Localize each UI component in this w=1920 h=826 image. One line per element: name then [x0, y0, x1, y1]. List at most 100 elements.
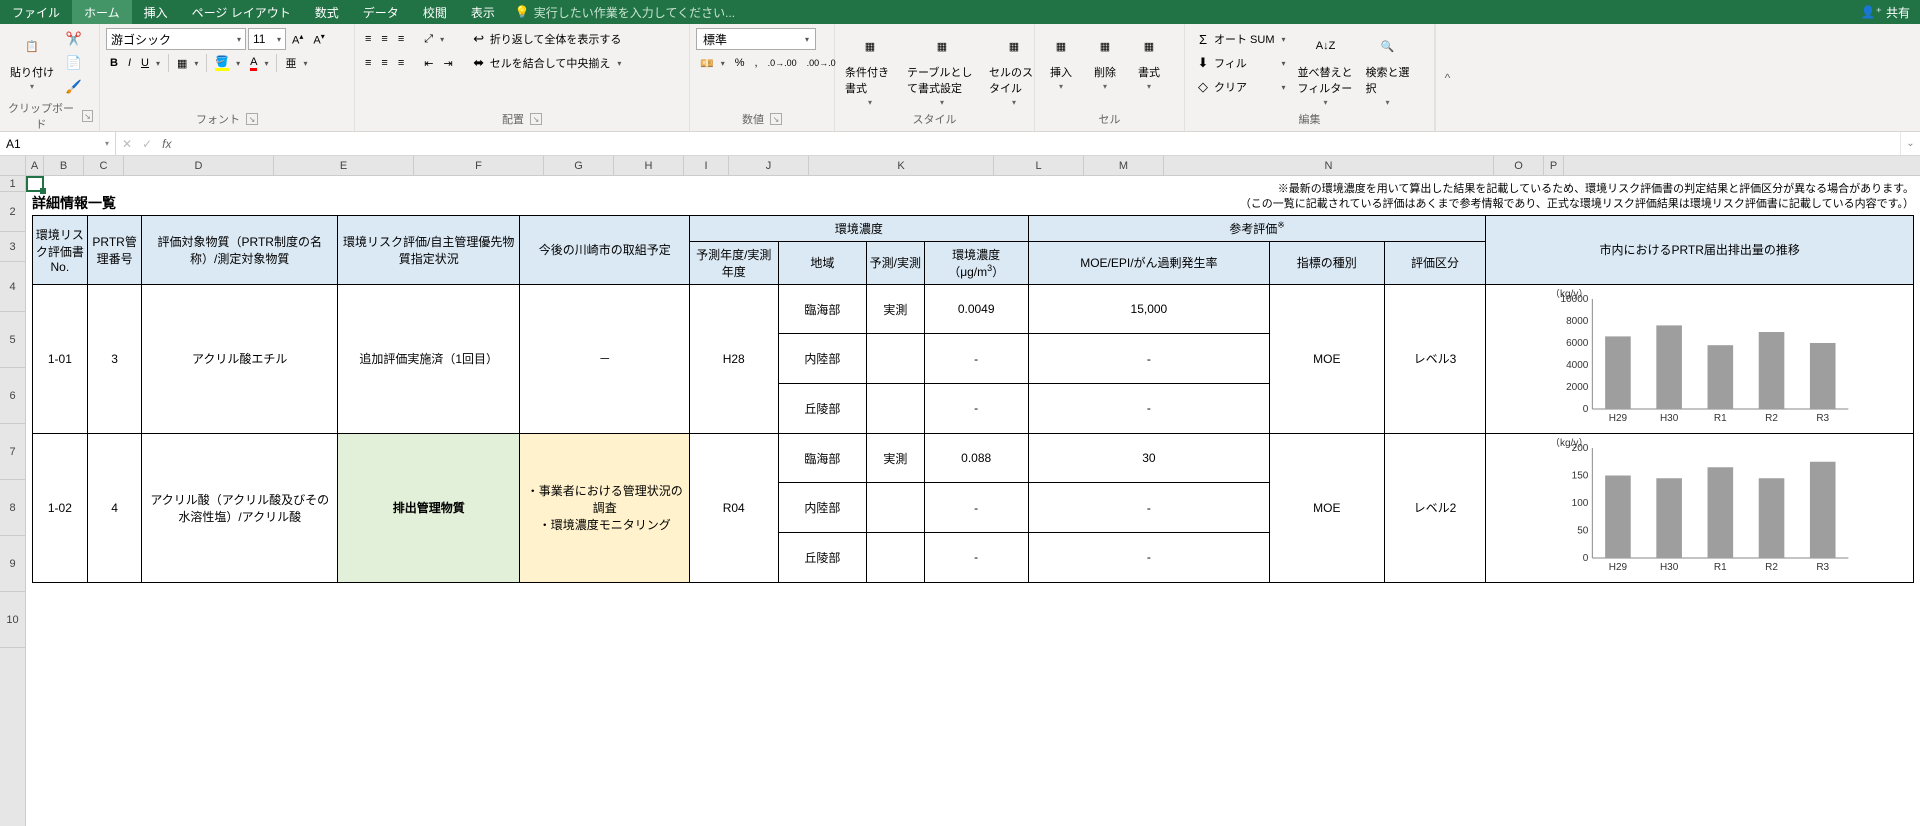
font-size-combo[interactable]: 11▾ [248, 28, 286, 50]
row-header-6[interactable]: 6 [0, 368, 25, 424]
menu-item-1[interactable]: ホーム [72, 0, 132, 24]
col-header-E[interactable]: E [274, 156, 414, 175]
fill-button[interactable]: ⬇フィル▾ [1191, 52, 1290, 74]
insert-cells-button[interactable]: ▦挿入▾ [1041, 28, 1081, 93]
menu-item-7[interactable]: 表示 [459, 0, 507, 24]
row-header-2[interactable]: 2 [0, 192, 25, 232]
align-left-button[interactable]: ≡ [361, 52, 375, 74]
row-header-8[interactable]: 8 [0, 480, 25, 536]
col-header-F[interactable]: F [414, 156, 544, 175]
menu-item-6[interactable]: 校閲 [411, 0, 459, 24]
conditional-format-button[interactable]: ▦条件付き書式▾ [841, 28, 899, 109]
row-header-9[interactable]: 9 [0, 536, 25, 592]
menu-item-5[interactable]: データ [351, 0, 411, 24]
col-header-I[interactable]: I [684, 156, 729, 175]
grid-body[interactable]: 詳細情報一覧 ※最新の環境濃度を用いて算出した結果を記載しているため、環境リスク… [26, 176, 1920, 583]
cell-region: 丘陵部 [778, 384, 867, 434]
col-header-J[interactable]: J [729, 156, 809, 175]
font-name-combo[interactable]: 游ゴシック▾ [106, 28, 246, 50]
align-middle-button[interactable]: ≡ [377, 28, 391, 50]
cut-button[interactable]: ✂️ [62, 28, 86, 50]
col-header-M[interactable]: M [1084, 156, 1164, 175]
col-header-H[interactable]: H [614, 156, 684, 175]
col-header-A[interactable]: A [26, 156, 44, 175]
wrap-text-button[interactable]: ↩折り返して全体を表示する [467, 28, 626, 50]
number-dialog-launcher[interactable]: ↘ [770, 113, 782, 125]
row-header-3[interactable]: 3 [0, 232, 25, 262]
cell-plan: － [520, 284, 689, 433]
share-button[interactable]: 👤⁺ 共有 [1851, 0, 1920, 24]
decrease-font-button[interactable]: A▾ [309, 28, 328, 50]
increase-decimal-button[interactable]: .0→.00 [764, 52, 801, 74]
increase-font-button[interactable]: A▴ [288, 28, 307, 50]
italic-button[interactable]: I [124, 52, 135, 74]
enter-formula-button[interactable]: ✓ [142, 137, 152, 151]
col-header-B[interactable]: B [44, 156, 84, 175]
menu-item-4[interactable]: 数式 [303, 0, 351, 24]
clear-button[interactable]: ◇クリア▾ [1191, 76, 1290, 98]
row-header-5[interactable]: 5 [0, 312, 25, 368]
alignment-dialog-launcher[interactable]: ↘ [530, 113, 542, 125]
percent-button[interactable]: % [731, 52, 749, 74]
find-select-button[interactable]: 🔍検索と選択▾ [1362, 28, 1414, 109]
phonetic-button[interactable]: 亜▾ [281, 52, 311, 74]
row-header-4[interactable]: 4 [0, 262, 25, 312]
col-header-G[interactable]: G [544, 156, 614, 175]
decrease-indent-button[interactable]: ⇤ [420, 52, 437, 74]
svg-text:H29: H29 [1609, 562, 1628, 573]
cancel-formula-button[interactable]: ✕ [122, 137, 132, 151]
accounting-format-button[interactable]: 💴▾ [696, 52, 729, 74]
align-center-button[interactable]: ≡ [377, 52, 391, 74]
bold-button[interactable]: B [106, 52, 122, 74]
name-box[interactable]: A1▾ [0, 132, 116, 155]
col-header-L[interactable]: L [994, 156, 1084, 175]
comma-button[interactable]: , [751, 52, 762, 74]
col-header-N[interactable]: N [1164, 156, 1494, 175]
increase-indent-button[interactable]: ⇥ [439, 52, 456, 74]
align-right-button[interactable]: ≡ [394, 52, 408, 74]
table-format-button[interactable]: ▦テーブルとして書式設定▾ [903, 28, 981, 109]
sort-filter-button[interactable]: A↓Z並べ替えとフィルター▾ [1294, 28, 1358, 109]
font-color-button[interactable]: A▾ [246, 52, 272, 74]
col-header-C[interactable]: C [84, 156, 124, 175]
caret-icon: ▾ [1278, 35, 1286, 44]
align-bottom-button[interactable]: ≡ [394, 28, 408, 50]
row-header-1[interactable]: 1 [0, 176, 25, 192]
svg-text:R3: R3 [1817, 562, 1830, 573]
row-header-10[interactable]: 10 [0, 592, 25, 648]
delete-cells-button[interactable]: ▦削除▾ [1085, 28, 1125, 93]
paste-button[interactable]: 📋 貼り付け ▾ [6, 28, 58, 93]
col-header-O[interactable]: O [1494, 156, 1544, 175]
caret-icon: ▾ [1386, 98, 1390, 107]
row-header-7[interactable]: 7 [0, 424, 25, 480]
number-format-combo[interactable]: 標準▾ [696, 28, 816, 50]
ribbon: 📋 貼り付け ▾ ✂️ 📄 🖌️ クリップボード↘ 游ゴシック▾ 11▾ A▴ … [0, 24, 1920, 132]
underline-button[interactable]: U▾ [137, 52, 164, 74]
menu-item-3[interactable]: ページ レイアウト [180, 0, 303, 24]
font-dialog-launcher[interactable]: ↘ [246, 113, 258, 125]
delete-label: 削除 [1094, 64, 1116, 80]
border-button[interactable]: ▦▾ [173, 52, 202, 74]
menu-item-2[interactable]: 挿入 [132, 0, 180, 24]
fx-icon[interactable]: fx [162, 137, 171, 151]
collapse-ribbon-button[interactable]: ^ [1435, 24, 1459, 131]
tell-me-box[interactable]: 💡 実行したい作業を入力してください... [507, 0, 743, 24]
clipboard-dialog-launcher[interactable]: ↘ [82, 110, 93, 122]
format-cells-button[interactable]: ▦書式▾ [1129, 28, 1169, 93]
merge-center-button[interactable]: ⬌セルを結合して中央揃え▾ [467, 52, 626, 74]
fill-color-button[interactable]: 🪣▾ [211, 52, 244, 74]
expand-formula-button[interactable]: ⌄ [1900, 132, 1920, 155]
formula-input[interactable] [177, 132, 1900, 155]
autosum-button[interactable]: Σオート SUM▾ [1191, 28, 1290, 50]
menu-item-0[interactable]: ファイル [0, 0, 72, 24]
styles-label: スタイル [913, 111, 957, 127]
col-header-D[interactable]: D [124, 156, 274, 175]
fill-handle[interactable] [40, 188, 46, 194]
format-painter-button[interactable]: 🖌️ [62, 76, 86, 98]
col-header-P[interactable]: P [1544, 156, 1564, 175]
orientation-button[interactable]: ⤢▾ [420, 28, 448, 50]
select-all-corner[interactable] [0, 156, 25, 176]
col-header-K[interactable]: K [809, 156, 994, 175]
align-top-button[interactable]: ≡ [361, 28, 375, 50]
copy-button[interactable]: 📄 [62, 52, 86, 74]
